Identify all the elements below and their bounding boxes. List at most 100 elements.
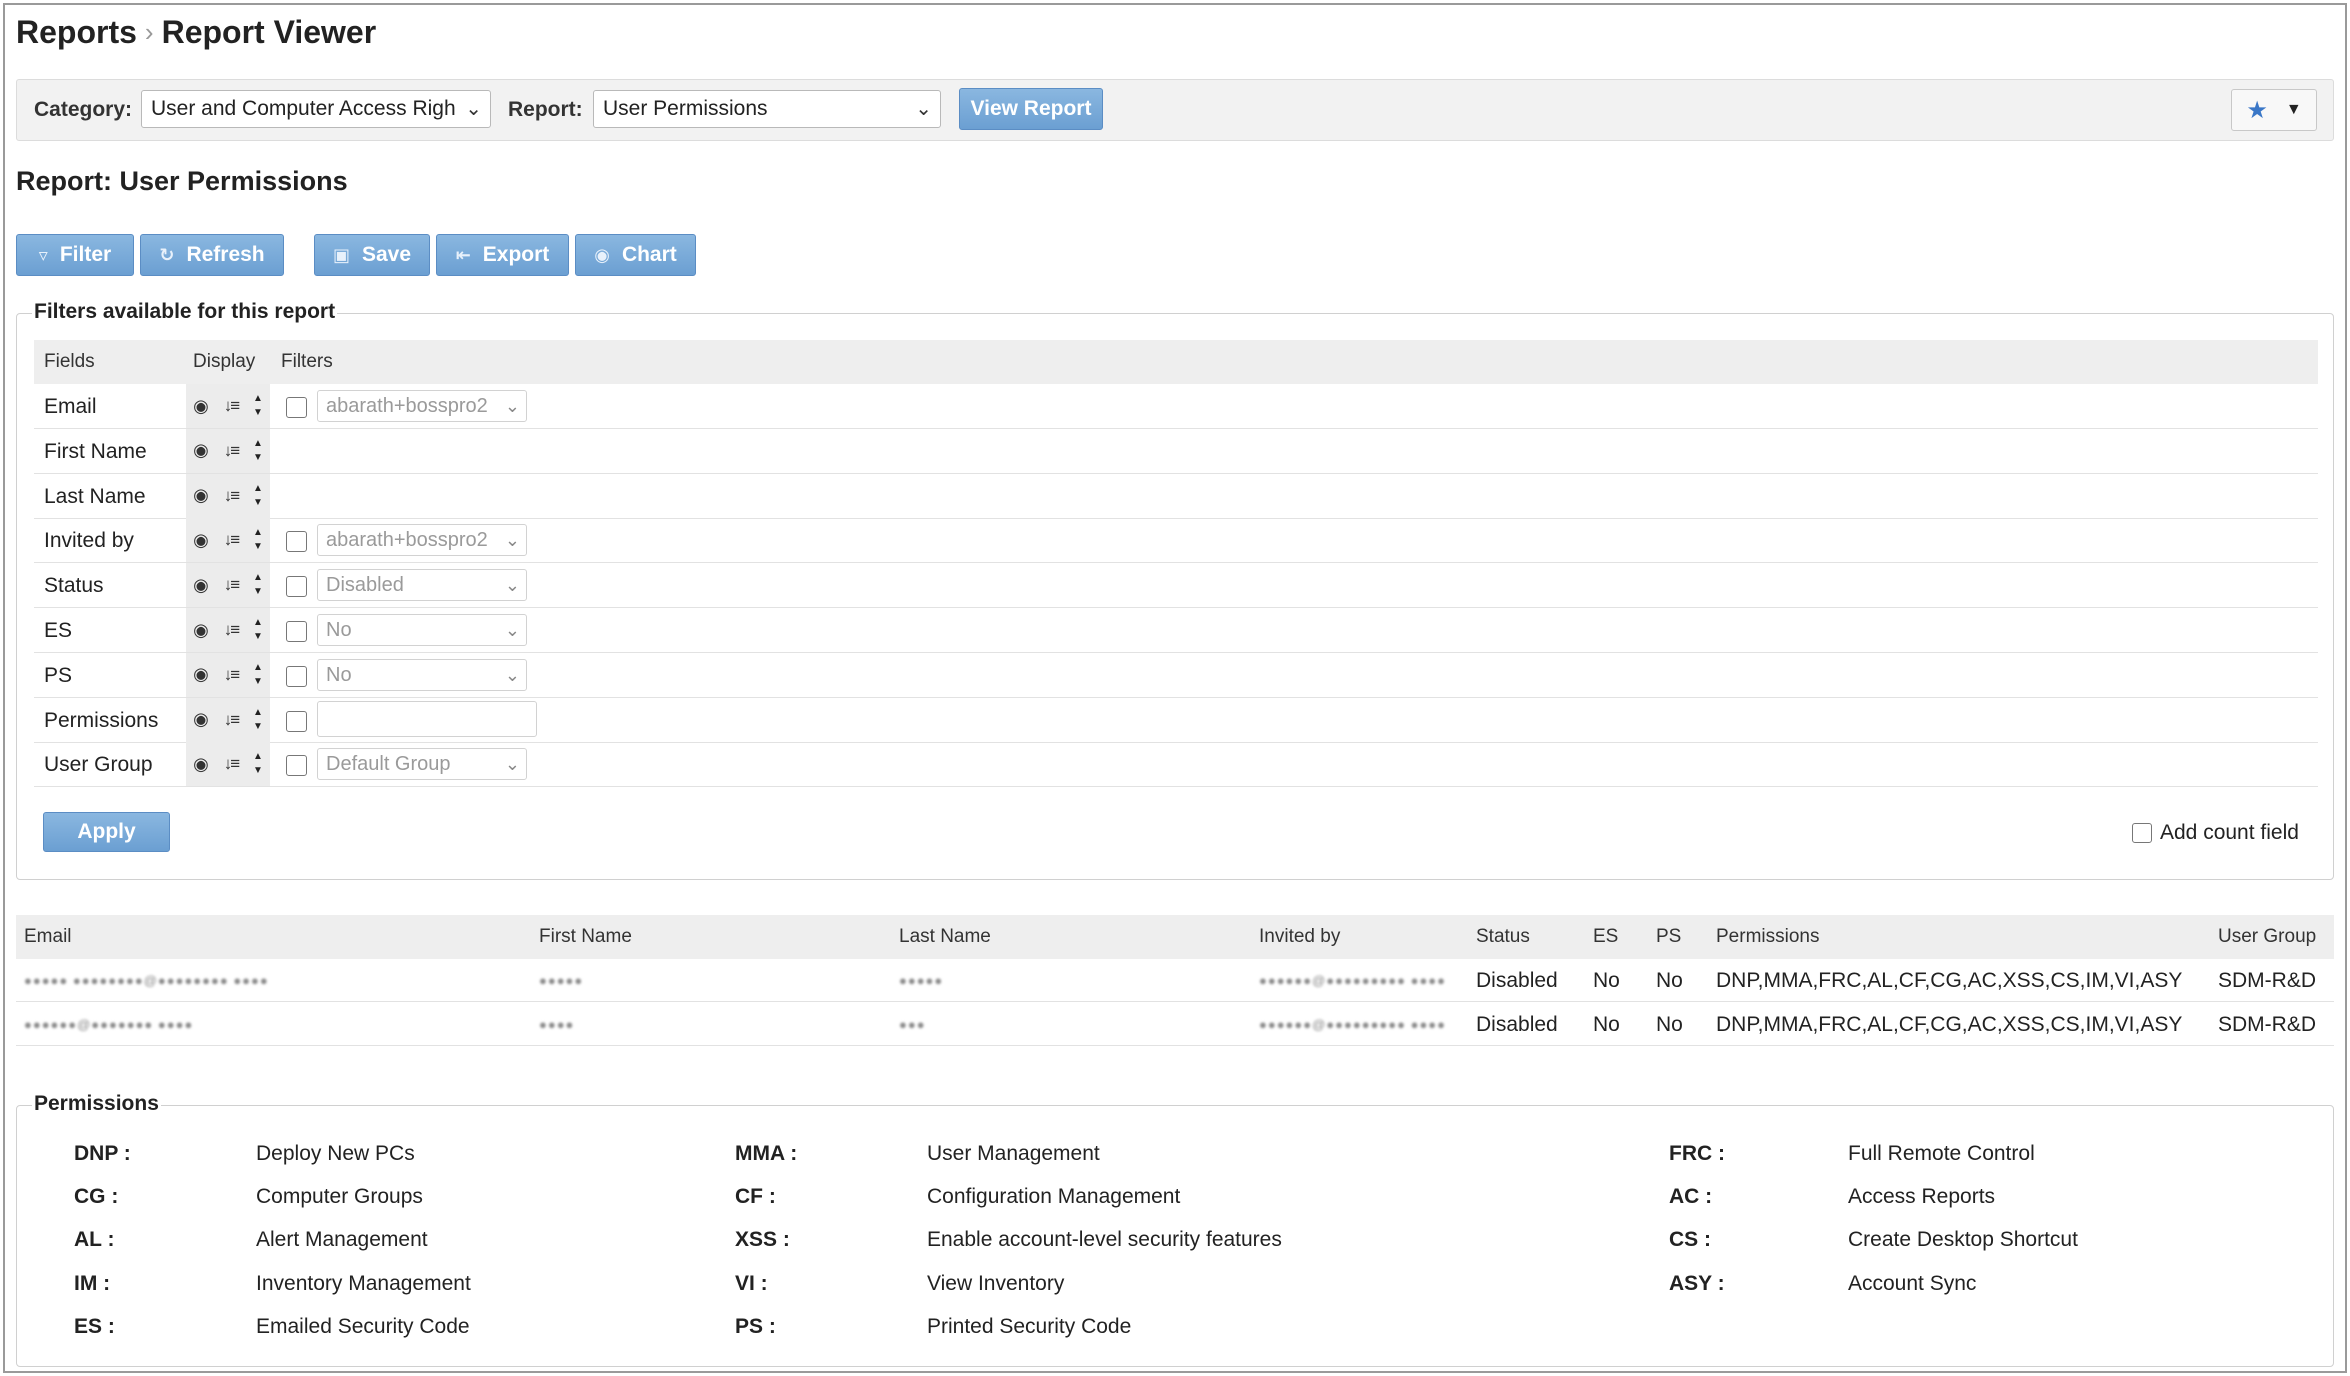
- col-user-group[interactable]: User Group: [2218, 915, 2316, 959]
- permission-code: AL :: [74, 1228, 115, 1252]
- filter-field-name: ES: [44, 619, 73, 642]
- sort-icon[interactable]: ↓≡: [216, 710, 246, 730]
- filter-field-name: Permissions: [44, 708, 159, 732]
- eye-icon[interactable]: ◉: [186, 754, 216, 775]
- view-report-button[interactable]: View Report: [959, 88, 1103, 130]
- up-down-arrow-icon[interactable]: ▲ ▼: [246, 571, 270, 599]
- permission-code: PS :: [735, 1314, 776, 1338]
- filter-field-name: Invited by: [44, 529, 134, 553]
- header-fields: Fields: [44, 351, 95, 372]
- col-es[interactable]: ES: [1593, 915, 1618, 959]
- filter-value-select[interactable]: Disabled ⌄: [317, 569, 527, 602]
- up-down-arrow-icon[interactable]: ▲ ▼: [246, 661, 270, 689]
- save-button[interactable]: ▣ Save: [314, 234, 430, 276]
- filter-enable-checkbox[interactable]: [286, 397, 307, 418]
- eye-icon[interactable]: ◉: [186, 485, 216, 506]
- filter-value-select[interactable]: Default Group ⌄: [317, 748, 527, 781]
- permission-description: Alert Management: [256, 1228, 428, 1252]
- chart-icon: ◉: [594, 244, 610, 265]
- permission-code: VI :: [735, 1271, 768, 1295]
- eye-icon[interactable]: ◉: [186, 620, 216, 641]
- report-select-value: User Permissions: [603, 97, 768, 120]
- filter-enable-checkbox[interactable]: [286, 665, 307, 687]
- breadcrumb-reports-link[interactable]: Reports: [16, 14, 137, 51]
- filter-value-input[interactable]: [317, 700, 537, 737]
- filter-row: Email ◉ ↓≡ ▲ ▼ abarath+bosspro2 ⌄: [34, 384, 2318, 429]
- category-select-value: User and Computer Access Righ: [151, 97, 456, 120]
- chart-button[interactable]: ◉ Chart: [575, 234, 696, 276]
- eye-icon[interactable]: ◉: [186, 440, 216, 461]
- sort-icon[interactable]: ↓≡: [216, 396, 246, 416]
- sort-icon[interactable]: ↓≡: [216, 486, 246, 506]
- chart-label: Chart: [621, 243, 677, 266]
- cell-invited-by: ●●●●●●@●●●●●●●●● ●●●●: [1259, 973, 1446, 988]
- export-button[interactable]: ⇤ Export: [436, 234, 569, 276]
- col-email[interactable]: Email: [24, 915, 72, 959]
- report-select[interactable]: User Permissions ⌄: [593, 90, 941, 128]
- sort-icon[interactable]: ↓≡: [216, 620, 246, 640]
- permission-description: Emailed Security Code: [256, 1314, 470, 1338]
- sort-icon[interactable]: ↓≡: [216, 575, 246, 595]
- display-controls: ◉ ↓≡ ▲ ▼: [186, 608, 270, 652]
- sort-icon[interactable]: ↓≡: [216, 754, 246, 774]
- apply-button[interactable]: Apply: [43, 812, 170, 852]
- filter-field-name: Status: [44, 574, 104, 598]
- col-first-name[interactable]: First Name: [539, 915, 632, 959]
- permission-code: FRC :: [1669, 1142, 1725, 1165]
- add-count-checkbox[interactable]: [2132, 823, 2152, 843]
- filter-enable-checkbox[interactable]: [286, 755, 307, 777]
- category-select[interactable]: User and Computer Access Righ ⌄: [141, 90, 491, 128]
- filter-button[interactable]: ▿ Filter: [16, 234, 134, 276]
- cell-last-name: ●●●: [899, 1017, 926, 1032]
- cell-permissions: DNP,MMA,FRC,AL,CF,CG,AC,XSS,CS,IM,VI,ASY: [1716, 1013, 2183, 1036]
- sort-icon[interactable]: ↓≡: [216, 530, 246, 550]
- filter-value-select[interactable]: No ⌄: [317, 614, 527, 646]
- filter-row: User Group ◉ ↓≡ ▲ ▼ Default Group ⌄: [34, 742, 2318, 788]
- col-permissions[interactable]: Permissions: [1716, 915, 1819, 959]
- display-controls: ◉ ↓≡ ▲ ▼: [186, 384, 270, 428]
- col-status[interactable]: Status: [1476, 915, 1530, 959]
- chevron-down-icon: ⌄: [915, 98, 932, 120]
- eye-icon[interactable]: ◉: [186, 530, 216, 551]
- display-controls: ◉ ↓≡ ▲ ▼: [186, 742, 270, 787]
- up-down-arrow-icon[interactable]: ▲ ▼: [246, 750, 270, 778]
- cell-ps: No: [1656, 969, 1683, 992]
- cell-user-group: SDM-R&D: [2218, 1013, 2316, 1036]
- eye-icon[interactable]: ◉: [186, 396, 216, 417]
- col-last-name[interactable]: Last Name: [899, 915, 991, 959]
- filter-icon: ▿: [38, 244, 48, 265]
- up-down-arrow-icon[interactable]: ▲ ▼: [246, 706, 270, 734]
- filter-value: No: [326, 663, 352, 686]
- display-controls: ◉ ↓≡ ▲ ▼: [186, 652, 270, 697]
- filter-enable-checkbox[interactable]: [286, 576, 307, 598]
- col-ps[interactable]: PS: [1656, 915, 1681, 959]
- up-down-arrow-icon[interactable]: ▲ ▼: [246, 526, 270, 554]
- refresh-button[interactable]: ↻ Refresh: [140, 234, 284, 276]
- export-label: Export: [482, 243, 550, 266]
- permission-description: Account Sync: [1848, 1271, 1977, 1295]
- eye-icon[interactable]: ◉: [186, 709, 216, 730]
- caret-down-icon: ▼: [2285, 101, 2302, 118]
- sort-icon[interactable]: ↓≡: [216, 441, 246, 461]
- filter-enable-checkbox[interactable]: [286, 621, 307, 642]
- filter-value-select[interactable]: No ⌄: [317, 658, 527, 691]
- up-down-arrow-icon[interactable]: ▲ ▼: [246, 437, 270, 465]
- filter-enable-checkbox[interactable]: [286, 531, 307, 553]
- favorites-dropdown-button[interactable]: ★ ▼: [2231, 89, 2317, 131]
- up-down-arrow-icon[interactable]: ▲ ▼: [246, 616, 270, 644]
- up-down-arrow-icon[interactable]: ▲ ▼: [246, 392, 270, 420]
- up-down-arrow-icon[interactable]: ▲ ▼: [246, 482, 270, 510]
- sort-icon[interactable]: ↓≡: [216, 665, 246, 685]
- chevron-down-icon: ⌄: [504, 664, 520, 685]
- eye-icon[interactable]: ◉: [186, 575, 216, 596]
- filter-enable-checkbox[interactable]: [286, 710, 307, 732]
- permission-description: Inventory Management: [256, 1271, 471, 1295]
- eye-icon[interactable]: ◉: [186, 664, 216, 685]
- filter-value: abarath+bosspro2: [326, 529, 488, 552]
- add-count-field[interactable]: Add count field: [2132, 821, 2299, 845]
- col-invited-by[interactable]: Invited by: [1259, 915, 1340, 959]
- permission-description: Printed Security Code: [927, 1314, 1132, 1338]
- filter-value-select[interactable]: abarath+bosspro2 ⌄: [317, 524, 527, 557]
- permission-code: CF :: [735, 1185, 776, 1209]
- filter-value-select[interactable]: abarath+bosspro2 ⌄: [317, 390, 527, 422]
